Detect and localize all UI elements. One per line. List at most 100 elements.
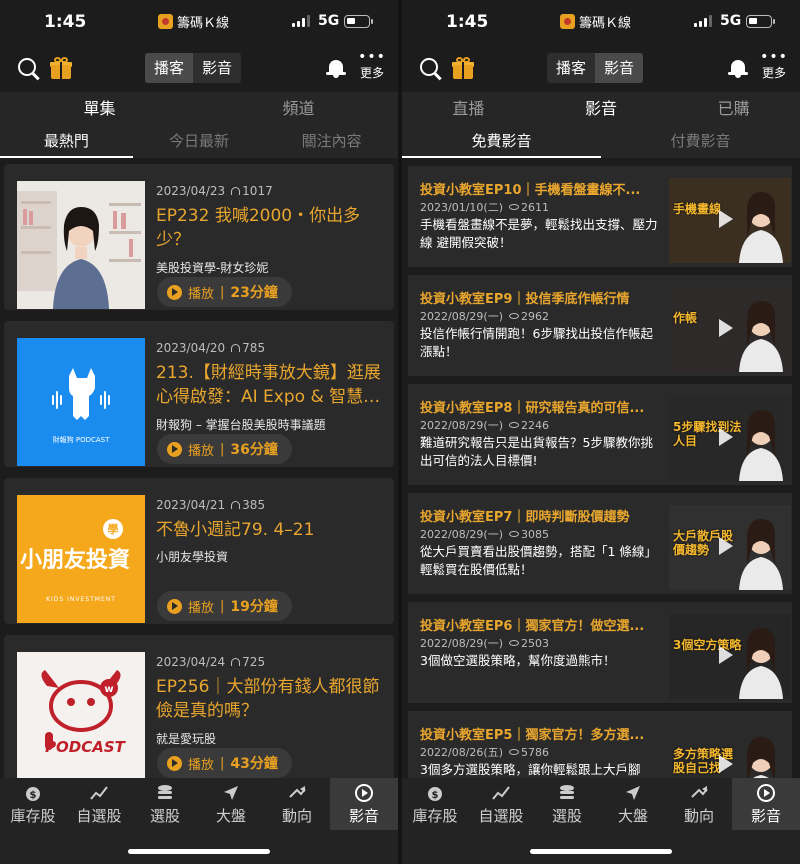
tab-following[interactable]: 關注內容 bbox=[265, 126, 398, 158]
episode-cover-kids: 學 小朋友投資 KIDS INVESTMENT bbox=[17, 495, 145, 623]
video-card[interactable]: 投資小教室EP10｜手機看盤畫線不... 2023/01/10(二) 2611 手機看… bbox=[408, 166, 792, 267]
play-button[interactable]: 播放 | 43分鐘 bbox=[157, 748, 292, 778]
coin-stack-icon bbox=[132, 783, 198, 803]
nav-trends[interactable]: 動向 bbox=[666, 778, 732, 830]
video-views: 2503 bbox=[520, 637, 549, 650]
video-screen: 1:45 籌碼Ｋ線 5G 播客 影音 ••• 更多 直播 影音 已購 免費影音 … bbox=[402, 0, 800, 864]
video-views: 2246 bbox=[520, 419, 549, 432]
nav-holdings[interactable]: $ 庫存股 bbox=[0, 778, 66, 830]
tab-channels[interactable]: 頻道 bbox=[199, 92, 398, 126]
signal-icon bbox=[694, 15, 712, 27]
video-thumbnail[interactable]: 作帳 bbox=[669, 287, 791, 372]
video-thumbnail[interactable]: 5步驟找到法人目 bbox=[669, 396, 791, 481]
play-button[interactable]: 播放 | 36分鐘 bbox=[157, 434, 292, 464]
episode-card[interactable]: 2023/04/23 1017 EP232 我喊2000・你出多少？ 美股投資學-… bbox=[4, 164, 394, 310]
more-label: 更多 bbox=[761, 66, 786, 80]
episode-duration: 23分鐘 bbox=[230, 285, 278, 301]
nav-video[interactable]: 影音 bbox=[732, 778, 800, 830]
play-button[interactable]: 播放 | 19分鐘 bbox=[157, 591, 292, 621]
segment-video[interactable]: 影音 bbox=[193, 53, 241, 83]
nav-label: 影音 bbox=[750, 807, 781, 825]
episode-list: 2023/04/23 1017 EP232 我喊2000・你出多少？ 美股投資學-… bbox=[0, 158, 398, 864]
bell-icon[interactable] bbox=[326, 58, 346, 78]
video-card[interactable]: 投資小教室EP6｜獨家官方！做空選... 2022/08/29(一) 2503 3個做… bbox=[408, 602, 792, 703]
tab-latest-today[interactable]: 今日最新 bbox=[133, 126, 266, 158]
play-icon bbox=[167, 441, 182, 457]
episode-title: 不魯小週記79. 4–21 bbox=[156, 520, 315, 540]
segment-video[interactable]: 影音 bbox=[595, 53, 644, 83]
video-meta: 2022/08/29(一) 2246 bbox=[420, 417, 549, 433]
nav-label: 大盤 bbox=[617, 807, 648, 825]
tab-popular[interactable]: 最熱門 bbox=[0, 126, 133, 158]
primary-tabs: 直播 影音 已購 bbox=[402, 92, 800, 126]
play-button[interactable]: 播放 | 23分鐘 bbox=[157, 277, 292, 307]
video-card[interactable]: 投資小教室EP8｜研究報告真的可信... 2022/08/29(一) 2246 難道研… bbox=[408, 384, 792, 485]
tab-paid-video[interactable]: 付費影音 bbox=[601, 126, 800, 158]
video-meta: 2022/08/29(一) 2962 bbox=[420, 308, 549, 324]
episode-meta: 2023/04/23 1017 bbox=[156, 184, 273, 198]
nav-trends[interactable]: 動向 bbox=[264, 778, 330, 830]
tab-live[interactable]: 直播 bbox=[402, 92, 535, 126]
app-name: 籌碼Ｋ線 bbox=[177, 16, 230, 31]
tab-free-video[interactable]: 免費影音 bbox=[402, 126, 601, 158]
episode-card[interactable]: 學 小朋友投資 KIDS INVESTMENT 2023/04/21 385 不魯… bbox=[4, 478, 394, 624]
video-thumbnail[interactable]: 3個空方策略 bbox=[669, 614, 791, 699]
status-app-name: 籌碼Ｋ線 bbox=[158, 12, 229, 31]
gift-icon[interactable] bbox=[452, 57, 474, 79]
video-description: 難道研究報告只是出貨報告？5步驟教你挑出可信的法人目標價! bbox=[420, 435, 653, 468]
more-button[interactable]: ••• 更多 bbox=[356, 50, 388, 81]
nav-video[interactable]: 影音 bbox=[330, 778, 398, 830]
network-label: 5G bbox=[720, 13, 742, 29]
more-button[interactable]: ••• 更多 bbox=[758, 49, 790, 81]
video-card[interactable]: 投資小教室EP7｜即時判斷股價趨勢 2022/08/29(一) 3085 從大戶買賣看… bbox=[408, 493, 792, 594]
cover-text: 財報狗 PODCAST bbox=[53, 435, 110, 444]
video-thumbnail[interactable]: 手機畫線 bbox=[669, 178, 791, 263]
episode-cover-photo bbox=[17, 181, 145, 309]
segment-podcast[interactable]: 播客 bbox=[547, 53, 595, 83]
episode-meta: 2023/04/24 725 bbox=[156, 655, 265, 669]
video-date: 2023/01/10(二) bbox=[420, 201, 503, 214]
video-card[interactable]: 投資小教室EP9｜投信季底作帳行情 2022/08/29(一) 2962 投信作帳行情… bbox=[408, 275, 792, 376]
episode-card[interactable]: w PODCAST 2023/04/24 725 EP256｜大部份有錢人都很節儉… bbox=[4, 635, 394, 781]
nav-screener[interactable]: 選股 bbox=[534, 778, 600, 830]
search-icon[interactable] bbox=[420, 58, 438, 76]
episode-channel: 美股投資學-財女珍妮 bbox=[156, 261, 269, 275]
top-header: 播客 影音 ••• 更多 bbox=[0, 46, 398, 92]
top-header: 播客 影音 ••• 更多 bbox=[402, 46, 800, 92]
gift-icon[interactable] bbox=[50, 57, 72, 79]
secondary-tabs: 免費影音 付費影音 bbox=[402, 126, 800, 158]
app-name: 籌碼Ｋ線 bbox=[579, 16, 632, 31]
episode-channel: 小朋友學投資 bbox=[156, 550, 229, 564]
nav-label: 自選股 bbox=[76, 807, 122, 825]
nav-watchlist[interactable]: 自選股 bbox=[66, 778, 132, 830]
bell-icon[interactable] bbox=[728, 58, 748, 78]
media-segment-control: 播客 影音 bbox=[547, 53, 644, 83]
dollar-bag-icon: $ bbox=[402, 783, 468, 803]
video-date: 2022/08/26(五) bbox=[420, 746, 503, 759]
more-dots-icon: ••• bbox=[760, 49, 788, 65]
app-logo-icon bbox=[158, 14, 173, 29]
nav-market[interactable]: 大盤 bbox=[600, 778, 666, 830]
search-icon[interactable] bbox=[18, 58, 36, 76]
nav-label: 動向 bbox=[281, 807, 312, 825]
nav-holdings[interactable]: $ 庫存股 bbox=[402, 778, 468, 830]
nav-label: 庫存股 bbox=[10, 807, 56, 825]
tab-episodes[interactable]: 單集 bbox=[0, 92, 199, 126]
segment-podcast[interactable]: 播客 bbox=[145, 53, 194, 83]
headphones-icon bbox=[231, 658, 241, 666]
eye-icon bbox=[508, 422, 519, 428]
nav-market[interactable]: 大盤 bbox=[198, 778, 264, 830]
nav-watchlist[interactable]: 自選股 bbox=[468, 778, 534, 830]
tab-purchased[interactable]: 已購 bbox=[667, 92, 800, 126]
video-meta: 2022/08/29(一) 3085 bbox=[420, 526, 549, 542]
eye-icon bbox=[508, 531, 519, 537]
coin-stack-icon bbox=[534, 783, 600, 803]
svg-text:w: w bbox=[104, 684, 113, 695]
episode-date: 2023/04/20 bbox=[156, 341, 226, 355]
tab-video[interactable]: 影音 bbox=[535, 92, 668, 126]
nav-screener[interactable]: 選股 bbox=[132, 778, 198, 830]
video-thumbnail[interactable]: 大戶散戶股價趨勢 bbox=[669, 505, 791, 590]
battery-icon bbox=[746, 15, 775, 28]
cover-text: PODCAST bbox=[45, 738, 127, 756]
episode-card[interactable]: 財報狗 PODCAST 2023/04/20 785 213.【財經時事放大鏡】逛… bbox=[4, 321, 394, 467]
